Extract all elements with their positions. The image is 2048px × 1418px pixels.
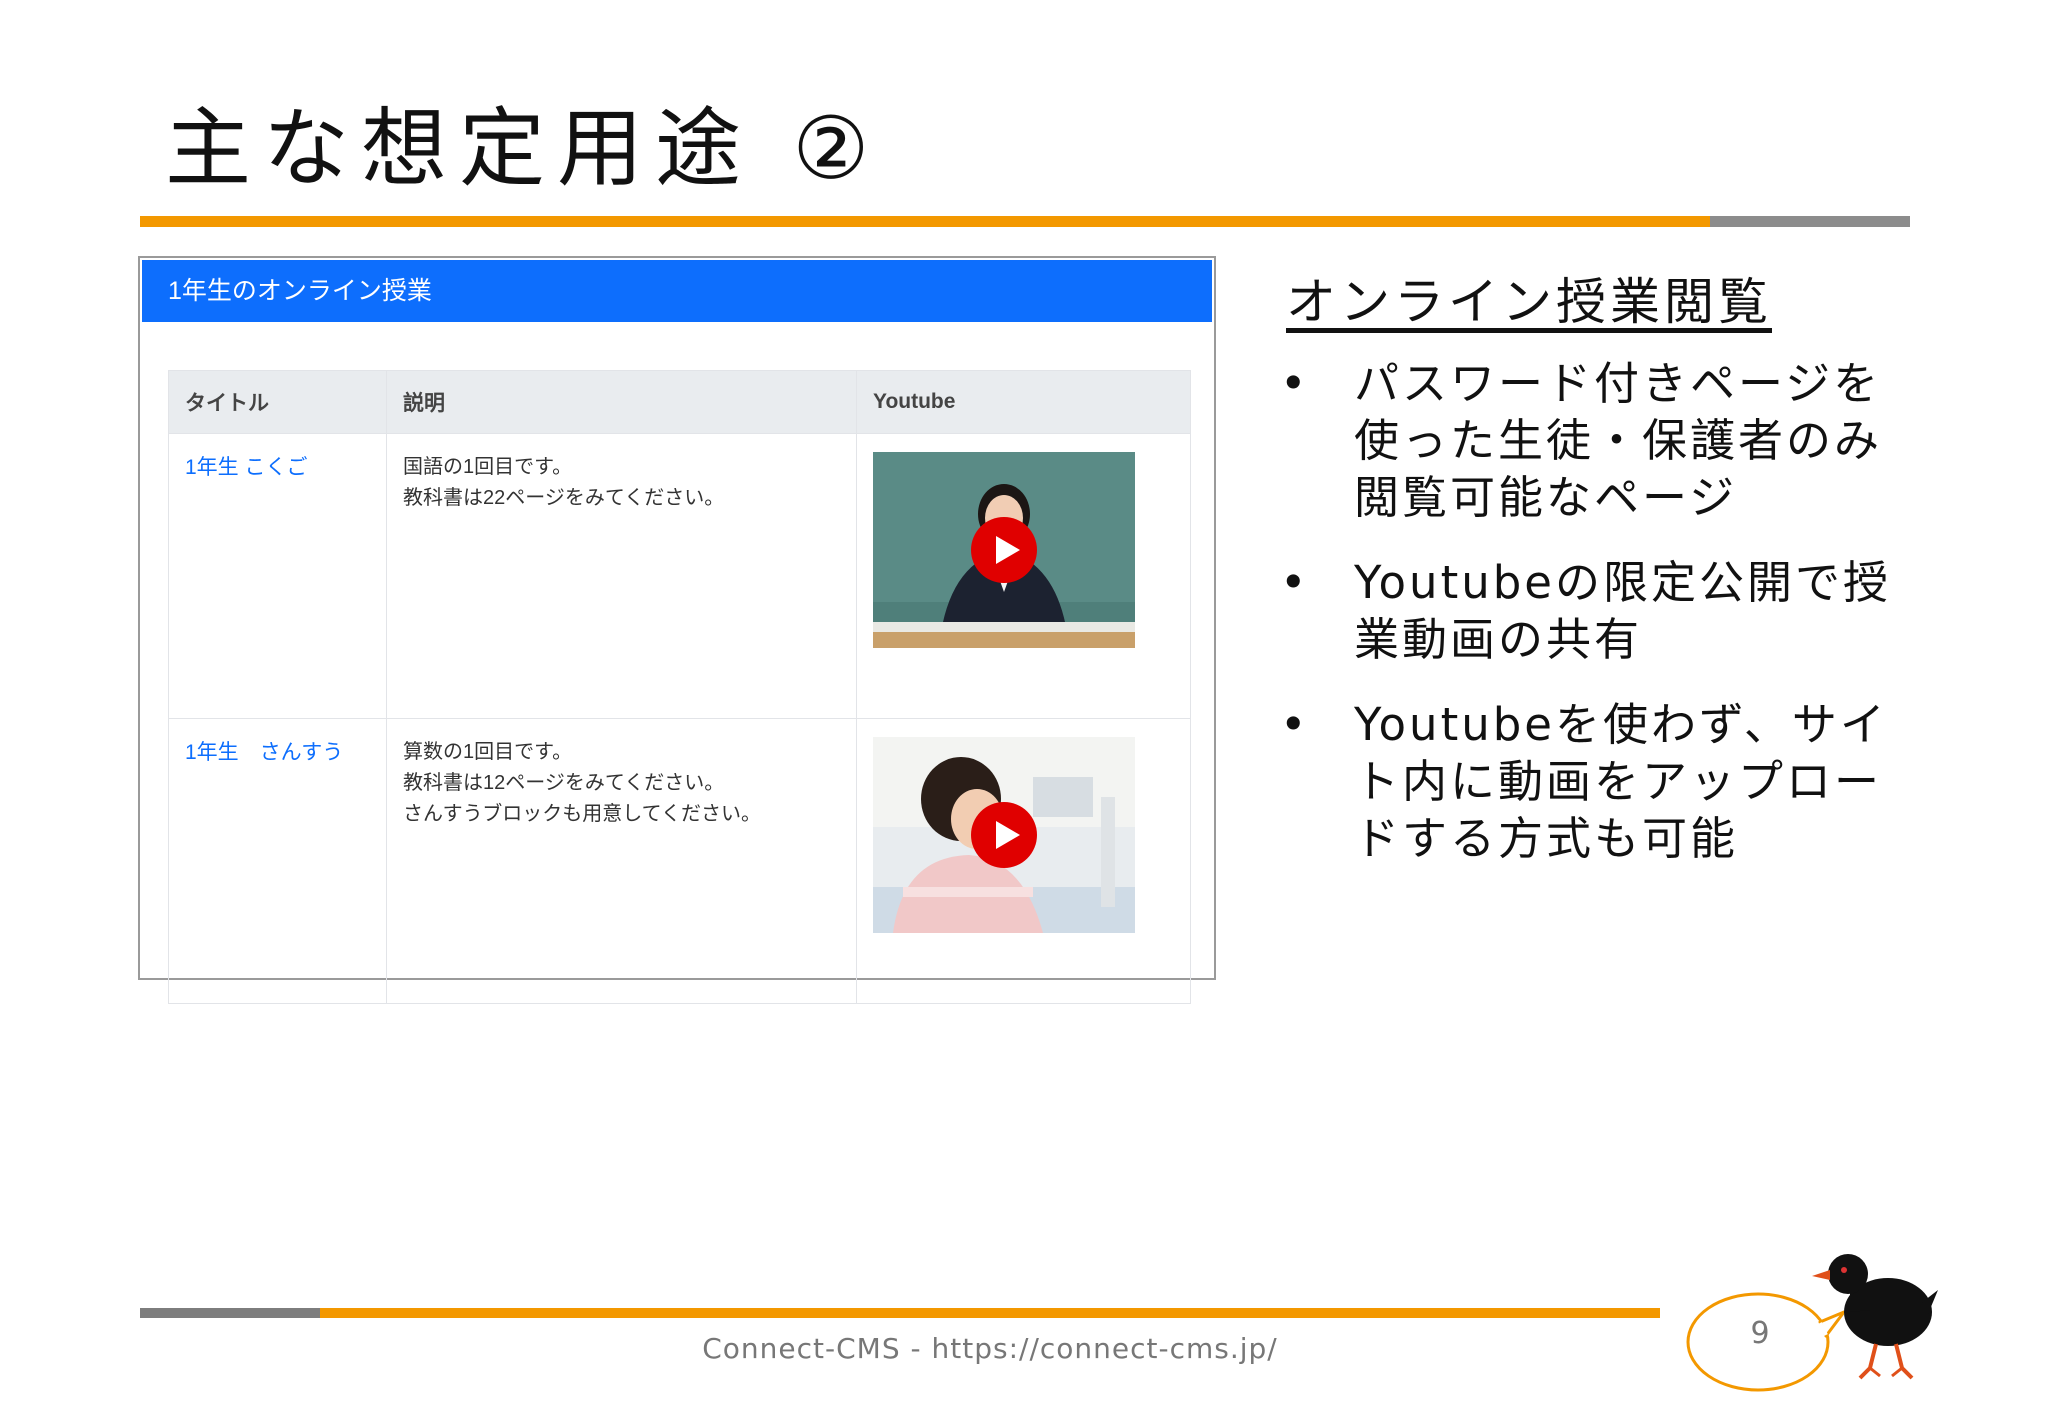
bullet-icon: • <box>1280 357 1310 410</box>
video-cell <box>856 718 1191 1004</box>
side-heading: オンライン授業閲覧 <box>1286 273 1772 331</box>
description-cell: 国語の1回目です。 教科書は22ページをみてください。 <box>386 433 857 719</box>
description-cell: 算数の1回目です。 教科書は12ページをみてください。 さんすうブロックも用意し… <box>386 718 857 1004</box>
footer-url: Connect-CMS - https://connect-cms.jp/ <box>702 1332 1278 1365</box>
lesson-link-kokugo[interactable]: 1年生 こくご <box>185 456 308 479</box>
video-thumbnail-teacher[interactable] <box>873 452 1135 648</box>
footer-rule-orange <box>320 1308 1660 1318</box>
video-cell <box>856 433 1191 719</box>
footer-rule <box>140 1308 1660 1318</box>
column-header-youtube: Youtube <box>856 370 1191 434</box>
bullet-icon: • <box>1280 698 1310 751</box>
column-header-description: 説明 <box>386 370 857 434</box>
description-line: 教科書は12ページをみてください。 <box>403 772 725 794</box>
bird-mascot-icon <box>1812 1254 1938 1380</box>
list-item-text: Youtubeの限定公開で授業動画の共有 <box>1354 556 1891 666</box>
column-header-title: タイトル <box>168 370 387 434</box>
list-item-text: パスワード付きページを使った生徒・保護者のみ閲覧可能なページ <box>1354 357 1883 524</box>
title-underline <box>140 216 1910 227</box>
bullet-icon: • <box>1280 556 1310 609</box>
title-cell: 1年生 こくご <box>168 433 387 719</box>
title-underline-orange <box>140 216 1710 227</box>
cms-screenshot: 1年生のオンライン授業 タイトル 説明 Youtube 1年生 こくご 国語の1… <box>138 256 1216 1004</box>
title-cell: 1年生 さんすう <box>168 718 387 1004</box>
description-line: 国語の1回目です。 <box>403 456 573 478</box>
list-item: • Youtubeを使わず、サイト内に動画をアップロードする方式も可能 <box>1280 696 1900 867</box>
play-button-icon[interactable] <box>971 802 1037 868</box>
list-item: • Youtubeの限定公開で授業動画の共有 <box>1280 554 1900 668</box>
description-line: 算数の1回目です。 <box>403 741 573 763</box>
title-underline-gray <box>1710 216 1910 227</box>
lesson-link-sansuu[interactable]: 1年生 さんすう <box>185 741 343 764</box>
play-button-icon[interactable] <box>971 517 1037 583</box>
table-header-row: タイトル 説明 Youtube <box>168 370 1191 434</box>
video-thumbnail-student[interactable] <box>873 737 1135 933</box>
list-item-text: Youtubeを使わず、サイト内に動画をアップロードする方式も可能 <box>1354 698 1888 865</box>
page-number: 9 <box>1750 1316 1770 1351</box>
slide-title: 主な想定用途 ② <box>165 99 882 199</box>
table-row: 1年生 さんすう 算数の1回目です。 教科書は12ページをみてください。 さんす… <box>168 718 1191 1004</box>
panel-header: 1年生のオンライン授業 <box>142 260 1212 322</box>
footer-rule-gray <box>140 1308 320 1318</box>
list-item: • パスワード付きページを使った生徒・保護者のみ閲覧可能なページ <box>1280 355 1900 526</box>
feature-list: • パスワード付きページを使った生徒・保護者のみ閲覧可能なページ • Youtu… <box>1280 355 1900 895</box>
lessons-table: タイトル 説明 Youtube 1年生 こくご 国語の1回目です。 教科書は22… <box>168 370 1191 1004</box>
description-line: さんすうブロックも用意してください。 <box>403 803 761 825</box>
table-row: 1年生 こくご 国語の1回目です。 教科書は22ページをみてください。 <box>168 433 1191 719</box>
description-line: 教科書は22ページをみてください。 <box>403 487 725 509</box>
